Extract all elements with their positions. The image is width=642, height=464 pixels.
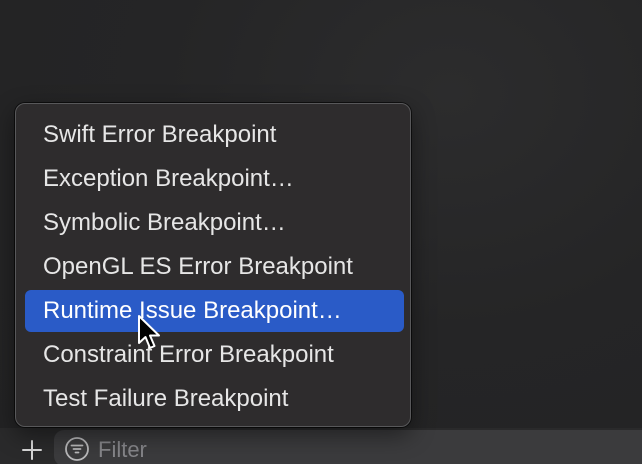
menu-item-opengl-es-error-breakpoint[interactable]: OpenGL ES Error Breakpoint bbox=[25, 246, 404, 288]
menu-item-test-failure-breakpoint[interactable]: Test Failure Breakpoint bbox=[25, 378, 404, 420]
plus-icon bbox=[22, 440, 42, 460]
menu-item-symbolic-breakpoint[interactable]: Symbolic Breakpoint… bbox=[25, 202, 404, 244]
menu-item-runtime-issue-breakpoint[interactable]: Runtime Issue Breakpoint… bbox=[25, 290, 404, 332]
filter-icon[interactable] bbox=[64, 436, 90, 462]
add-breakpoint-button[interactable] bbox=[18, 436, 46, 464]
menu-item-exception-breakpoint[interactable]: Exception Breakpoint… bbox=[25, 158, 404, 200]
menu-item-constraint-error-breakpoint[interactable]: Constraint Error Breakpoint bbox=[25, 334, 404, 376]
filter-input[interactable] bbox=[98, 436, 398, 464]
menu-item-swift-error-breakpoint[interactable]: Swift Error Breakpoint bbox=[25, 114, 404, 156]
filter-field[interactable] bbox=[54, 430, 642, 464]
add-breakpoint-menu: Swift Error Breakpoint Exception Breakpo… bbox=[15, 103, 411, 427]
